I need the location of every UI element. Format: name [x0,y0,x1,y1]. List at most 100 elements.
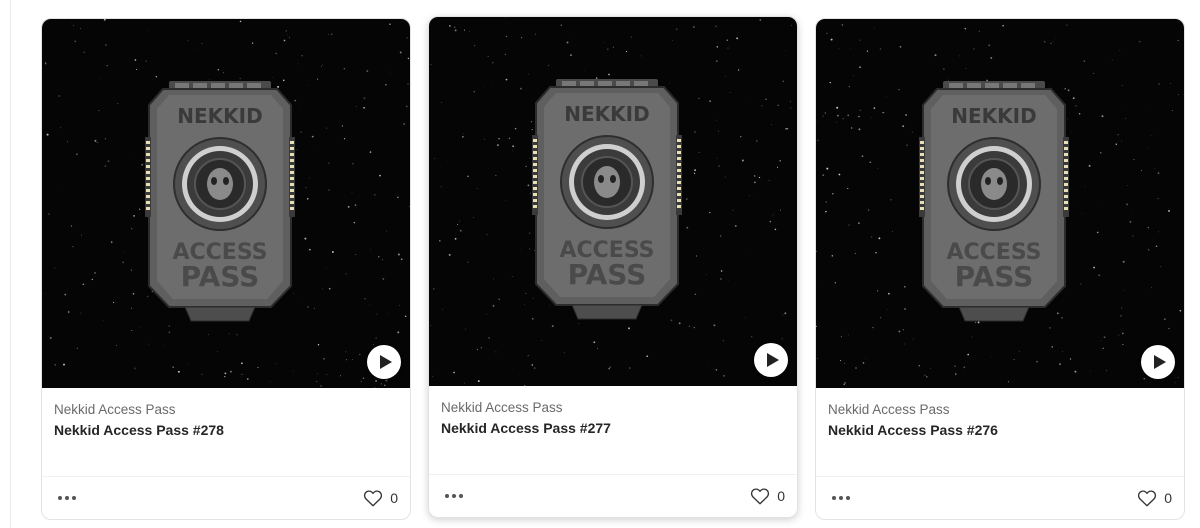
star [488,337,490,339]
play-button[interactable] [1141,345,1175,379]
star [359,353,361,355]
play-button[interactable] [367,345,401,379]
nft-title[interactable]: Nekkid Access Pass #277 [441,419,785,437]
star [331,251,334,253]
play-icon [766,353,779,367]
star [347,206,350,208]
star [355,253,357,255]
star [964,27,967,30]
star [389,66,391,68]
star [1139,41,1141,43]
star [744,317,746,319]
nft-media[interactable]: NEKKID ACCESS PASS [42,19,410,388]
star [855,367,857,369]
star [439,240,441,242]
star [824,112,826,114]
star [918,365,921,367]
star [769,220,772,223]
like-button[interactable] [363,489,383,507]
star [374,386,376,388]
star [130,269,132,271]
star [531,364,534,366]
star [1111,59,1113,61]
nft-card-276[interactable]: NEKKID ACCESS PASS Nekkid Access Pass Ne… [815,18,1185,520]
star [843,363,845,365]
star [389,73,391,74]
more-options-button[interactable] [441,490,467,502]
star [1122,260,1125,263]
nft-card-277[interactable]: NEKKID ACCESS PASS Nekkid Access Pass Ne… [428,16,798,518]
star [830,38,833,41]
star [275,52,277,55]
star [1002,24,1004,27]
star [609,366,611,368]
star [1177,39,1179,41]
star [366,70,369,73]
star [188,363,189,364]
star [433,288,435,290]
star [1115,143,1118,146]
star [524,304,525,306]
more-options-button[interactable] [54,492,80,504]
star [400,258,403,261]
star [1072,97,1075,99]
star [483,138,485,140]
star [103,320,104,321]
star [80,312,82,314]
star [454,237,457,240]
star [741,159,744,162]
star [379,174,381,177]
like-button[interactable] [750,487,770,505]
star [717,130,719,132]
star [1081,213,1083,215]
star [847,334,849,336]
star [686,226,689,229]
star [525,293,527,295]
star [847,114,850,117]
nft-title[interactable]: Nekkid Access Pass #276 [828,421,1172,439]
star [791,24,792,26]
star [854,252,857,255]
star [289,36,290,38]
nft-media[interactable]: NEKKID ACCESS PASS [816,19,1184,388]
star [228,333,230,334]
more-dot [72,496,76,500]
star [840,360,842,362]
star [1150,134,1152,136]
nft-title[interactable]: Nekkid Access Pass #278 [54,421,398,439]
star [407,57,410,60]
star [48,213,50,215]
like-button[interactable] [1137,489,1157,507]
star [370,248,371,250]
star [902,329,904,331]
star [363,97,366,100]
star [341,125,344,127]
star [709,211,711,214]
star [83,233,85,234]
star [385,379,388,382]
star [46,133,49,136]
star [825,201,828,203]
star [1143,377,1146,380]
star [172,366,174,368]
star [363,107,365,109]
star [139,208,141,210]
play-button[interactable] [754,343,788,377]
star [779,159,782,162]
nft-media[interactable]: NEKKID ACCESS PASS [429,17,797,386]
star [675,28,678,30]
collection-name[interactable]: Nekkid Access Pass [828,401,1172,418]
collection-name[interactable]: Nekkid Access Pass [441,399,785,416]
star [890,199,892,201]
star [529,232,531,234]
star [320,385,322,387]
star [773,213,775,214]
star [453,371,455,374]
star [905,114,907,116]
star [1050,42,1052,44]
more-options-button[interactable] [828,492,854,504]
collection-name[interactable]: Nekkid Access Pass [54,401,398,418]
star [240,362,243,365]
nft-card-278[interactable]: NEKKID ACCESS PASS Nekkid Access Pass Ne… [41,18,411,520]
star [570,54,572,56]
